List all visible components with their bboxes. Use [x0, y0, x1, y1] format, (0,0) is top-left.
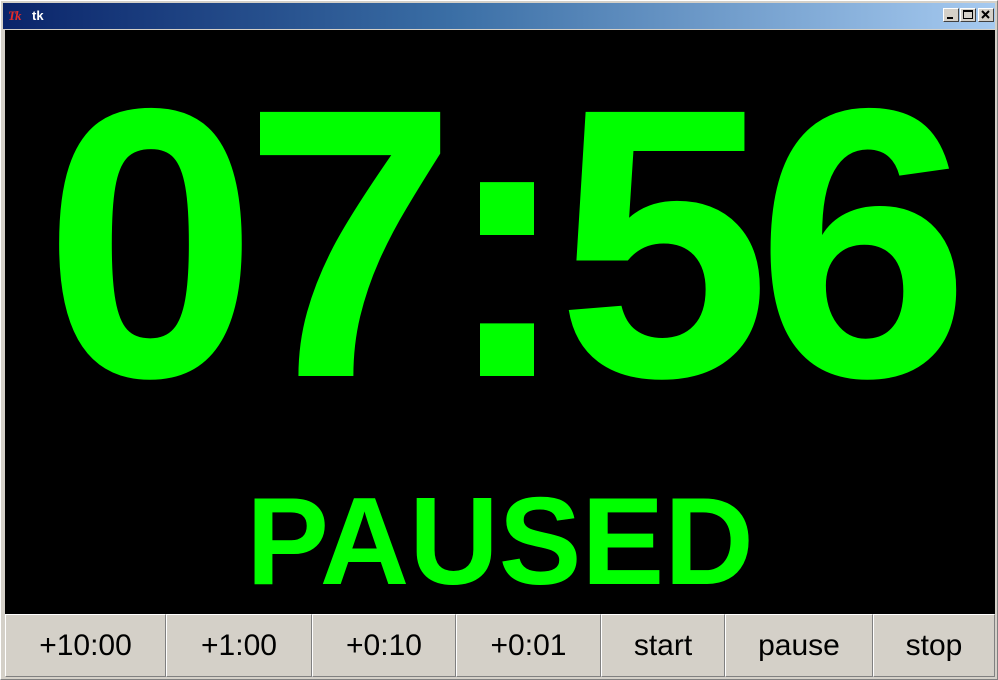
title-bar[interactable]: Tk tk: [3, 3, 995, 29]
stop-button[interactable]: stop: [873, 614, 995, 677]
maximize-button[interactable]: [960, 8, 976, 22]
window-title: tk: [32, 8, 44, 23]
add-10-minutes-button[interactable]: +10:00: [5, 614, 166, 677]
timer-status: PAUSED: [246, 473, 754, 611]
app-window: Tk tk 07:56 PAUSED +10:00 +1:00 +0:10 +0…: [0, 0, 998, 680]
minimize-icon: [947, 17, 953, 19]
maximize-icon: [963, 10, 973, 19]
close-icon: [981, 10, 990, 19]
add-1-minute-button[interactable]: +1:00: [166, 614, 312, 677]
timer-display: 07:56 PAUSED: [5, 30, 995, 614]
pause-button[interactable]: pause: [725, 614, 873, 677]
control-button-bar: +10:00 +1:00 +0:10 +0:01 start pause sto…: [5, 614, 995, 677]
close-button[interactable]: [978, 8, 994, 22]
start-button[interactable]: start: [601, 614, 725, 677]
minimize-button[interactable]: [943, 8, 959, 22]
tk-feather-icon: Tk: [8, 8, 21, 23]
countdown-time: 07:56: [43, 30, 970, 458]
add-10-seconds-button[interactable]: +0:10: [312, 614, 456, 677]
add-1-second-button[interactable]: +0:01: [456, 614, 601, 677]
